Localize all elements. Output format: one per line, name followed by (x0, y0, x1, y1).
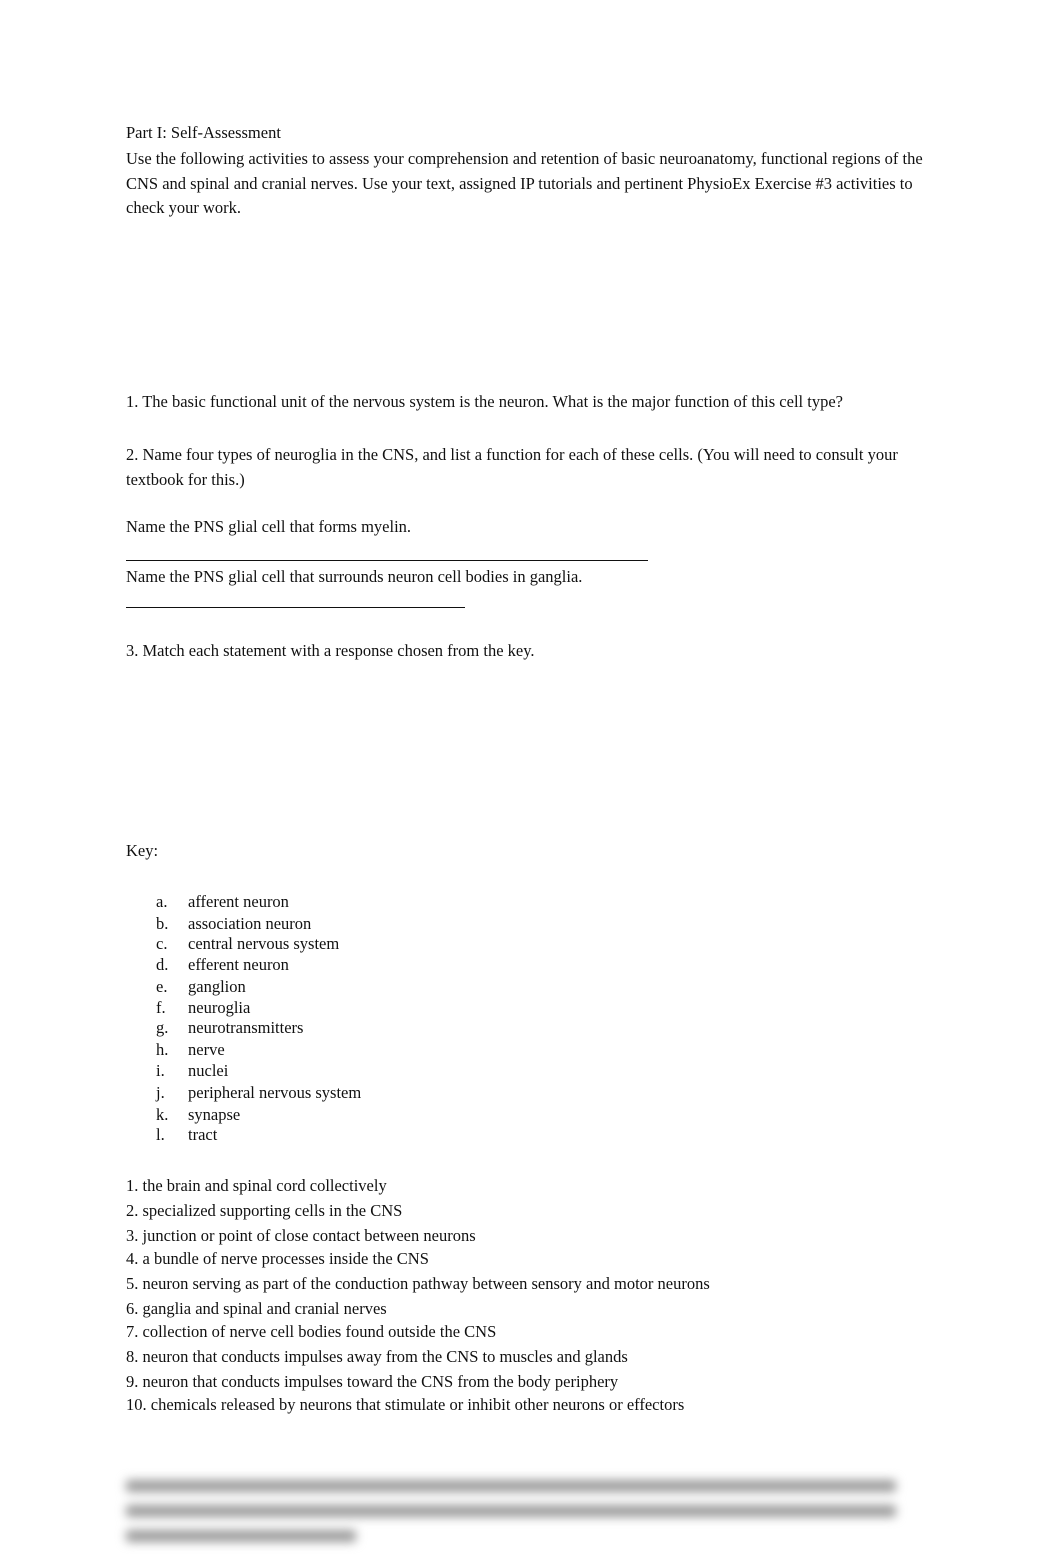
key-item: i. nuclei (156, 1061, 228, 1081)
blurred-content-preview (126, 1474, 906, 1544)
key-item: d. efferent neuron (156, 955, 289, 975)
question-2-ganglia-prompt: Name the PNS glial cell that surrounds n… (126, 567, 583, 586)
statement: 10. chemicals released by neurons that s… (126, 1395, 685, 1414)
part-title: Part I: Self-Assessment (126, 123, 281, 142)
key-item: f. neuroglia (156, 998, 250, 1018)
key-item: e. ganglion (156, 977, 246, 997)
key-term: tract (188, 1125, 218, 1144)
key-letter: a. (156, 892, 168, 911)
question-2: 2. Name four types of neuroglia in the C… (126, 445, 898, 489)
question-3: 3. Match each statement with a response … (126, 641, 535, 660)
answer-line-ganglia[interactable] (126, 607, 465, 608)
key-item: b. association neuron (156, 914, 311, 934)
key-term: neurotransmitters (188, 1018, 304, 1037)
key-term: association neuron (188, 914, 312, 933)
key-term: efferent neuron (188, 955, 289, 974)
statement: 1. the brain and spinal cord collectivel… (126, 1176, 387, 1195)
key-letter: k. (156, 1105, 169, 1124)
key-item: k. synapse (156, 1105, 240, 1125)
key-letter: h. (156, 1040, 169, 1059)
key-letter: g. (156, 1018, 169, 1037)
statement: 8. neuron that conducts impulses away fr… (126, 1347, 628, 1366)
statement: 3. junction or point of close contact be… (126, 1226, 476, 1245)
key-letter: e. (156, 977, 168, 996)
question-2-myelin-prompt: Name the PNS glial cell that forms myeli… (126, 517, 412, 536)
statement: 5. neuron serving as part of the conduct… (126, 1274, 710, 1293)
key-item: l. tract (156, 1125, 217, 1145)
key-item: g. neurotransmitters (156, 1018, 303, 1038)
key-term: peripheral nervous system (188, 1083, 362, 1102)
statement: 4. a bundle of nerve processes inside th… (126, 1249, 429, 1268)
blurred-text-line (126, 1480, 896, 1492)
key-term: neuroglia (188, 998, 251, 1017)
blurred-text-line (126, 1530, 356, 1542)
key-letter: l. (156, 1125, 165, 1144)
statement: 6. ganglia and spinal and cranial nerves (126, 1299, 387, 1318)
key-item: j. peripheral nervous system (156, 1083, 361, 1103)
question-1: 1. The basic functional unit of the nerv… (126, 392, 843, 411)
key-term: synapse (188, 1105, 241, 1124)
key-letter: i. (156, 1061, 165, 1080)
key-letter: b. (156, 914, 169, 933)
key-item: c. central nervous system (156, 934, 339, 954)
intro-paragraph: Use the following activities to assess y… (126, 149, 923, 217)
key-letter: f. (156, 998, 166, 1017)
statement: 2. specialized supporting cells in the C… (126, 1201, 403, 1220)
key-term: nerve (188, 1040, 225, 1059)
statement: 9. neuron that conducts impulses toward … (126, 1372, 619, 1391)
key-term: central nervous system (188, 934, 340, 953)
key-term: nuclei (188, 1061, 229, 1080)
key-item: h. nerve (156, 1040, 225, 1060)
key-item: a. afferent neuron (156, 892, 289, 912)
statement: 7. collection of nerve cell bodies found… (126, 1322, 497, 1341)
key-term: ganglion (188, 977, 246, 996)
key-label: Key: (126, 841, 159, 860)
key-letter: j. (156, 1083, 165, 1102)
answer-line-myelin[interactable] (126, 560, 648, 561)
key-term: afferent neuron (188, 892, 289, 911)
key-letter: d. (156, 955, 169, 974)
blurred-text-line (126, 1505, 896, 1517)
key-letter: c. (156, 934, 168, 953)
